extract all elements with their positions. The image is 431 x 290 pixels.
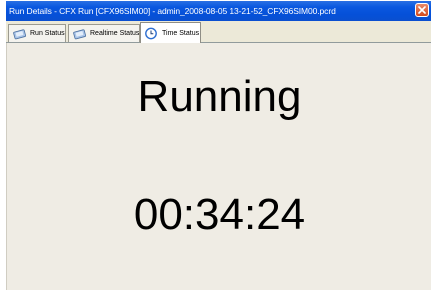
clock-icon xyxy=(144,27,159,40)
elapsed-time: 00:34:24 xyxy=(133,190,306,239)
tab-strip: Run Status Realtime Status Time Status xyxy=(6,21,431,43)
title-bar[interactable]: Run Details - CFX Run [CFX96SIM00] - adm… xyxy=(6,1,431,21)
time-status-panel: Running 00:34:24 xyxy=(6,43,431,290)
tab-time-status[interactable]: Time Status xyxy=(140,22,201,43)
close-icon xyxy=(418,6,426,14)
run-details-window: Run Details - CFX Run [CFX96SIM00] - adm… xyxy=(6,1,431,290)
window-title: Run Details - CFX Run [CFX96SIM00] - adm… xyxy=(9,6,336,16)
tab-label: Realtime Status xyxy=(90,30,140,37)
realtime-status-icon xyxy=(72,28,87,40)
run-status-icon xyxy=(12,28,27,40)
tab-run-status[interactable]: Run Status xyxy=(8,24,66,42)
close-button[interactable] xyxy=(415,3,429,17)
tab-label: Run Status xyxy=(30,30,65,37)
tab-realtime-status[interactable]: Realtime Status xyxy=(68,24,140,42)
tab-label: Time Status xyxy=(162,29,200,37)
run-status-text: Running xyxy=(137,72,302,121)
